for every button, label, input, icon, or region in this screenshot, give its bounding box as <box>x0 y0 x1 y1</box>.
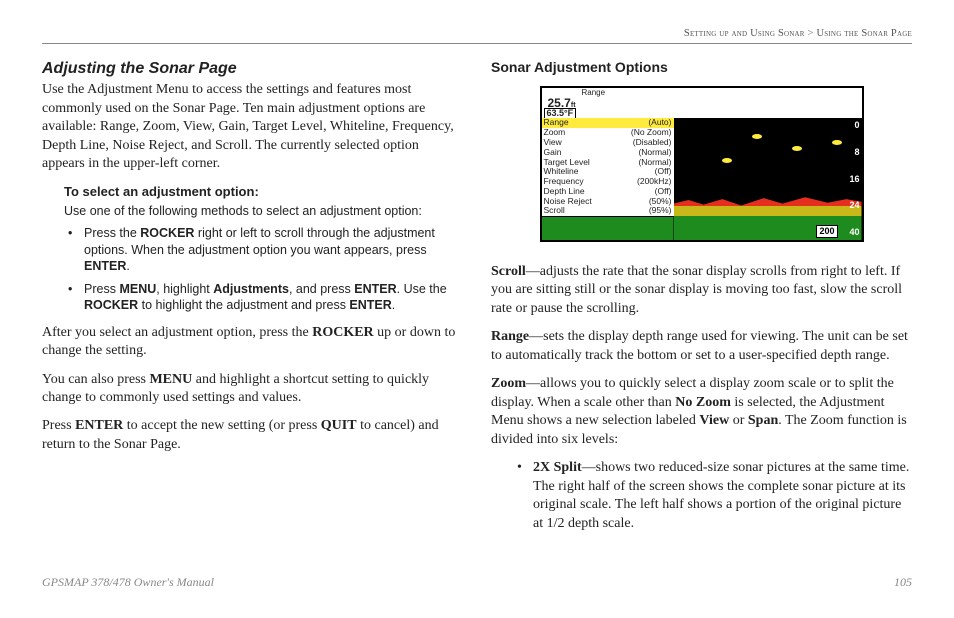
scroll-term: Scroll <box>491 264 526 279</box>
options-heading: Sonar Adjustment Options <box>491 58 912 76</box>
view-term: View <box>699 413 729 428</box>
zoom-sublist: 2X Split—shows two reduced-size sonar pi… <box>513 459 912 533</box>
enter-key: ENTER <box>354 282 396 296</box>
procedure-heading: To select an adjustment option: <box>64 183 463 200</box>
adjustments-label: Adjustments <box>213 282 289 296</box>
split-term: 2X Split <box>533 460 582 475</box>
zoom-term: Zoom <box>491 376 526 391</box>
footer-title: GPSMAP 378/478 Owner's Manual <box>42 575 214 590</box>
section-heading: Adjusting the Sonar Page <box>42 58 463 79</box>
sonar-menu-row: Scroll(95%) <box>542 206 674 216</box>
sonar-freq-box: 200 <box>816 225 837 239</box>
sonar-screenshot: Range 25.7ft 63.5°F Range(Auto)Zoom(No Z… <box>491 86 912 248</box>
procedure-lead: Use one of the following methods to sele… <box>64 203 463 220</box>
left-column: Adjusting the Sonar Page Use the Adjustm… <box>42 58 463 539</box>
split-item: 2X Split—shows two reduced-size sonar pi… <box>513 459 912 533</box>
rocker-key: ROCKER <box>312 325 373 340</box>
breadcrumb-part1: Setting up and Using Sonar <box>684 28 805 39</box>
breadcrumb: Setting up and Using Sonar > Using the S… <box>42 28 912 44</box>
sonar-range-label: Range <box>582 88 606 99</box>
range-term: Range <box>491 329 529 344</box>
enter-key: ENTER <box>84 259 126 273</box>
rocker-key: ROCKER <box>84 298 138 312</box>
sonar-depth-ticks: 08162440 <box>842 118 860 240</box>
procedure-steps: Press the ROCKER right or left to scroll… <box>64 225 463 314</box>
press-paragraph: Press ENTER to accept the new setting (o… <box>42 417 463 454</box>
span-term: Span <box>748 413 778 428</box>
quit-key: QUIT <box>321 418 357 433</box>
enter-key: ENTER <box>349 298 391 312</box>
also-paragraph: You can also press MENU and highlight a … <box>42 371 463 408</box>
enter-key: ENTER <box>75 418 123 433</box>
sonar-menu: Range(Auto)Zoom(No Zoom)View(Disabled)Ga… <box>542 118 675 217</box>
menu-key: MENU <box>149 372 192 387</box>
right-column: Sonar Adjustment Options Range 25.7ft 63… <box>491 58 912 539</box>
zoom-paragraph: Zoom—allows you to quickly select a disp… <box>491 375 912 449</box>
rocker-key: ROCKER <box>140 226 194 240</box>
range-paragraph: Range—sets the display depth range used … <box>491 328 912 365</box>
after-paragraph: After you select an adjustment option, p… <box>42 324 463 361</box>
step-2: Press MENU, highlight Adjustments, and p… <box>64 281 463 314</box>
page-footer: GPSMAP 378/478 Owner's Manual 105 <box>42 575 912 590</box>
menu-key: MENU <box>119 282 156 296</box>
breadcrumb-part2: Using the Sonar Page <box>817 28 913 39</box>
page-number: 105 <box>894 575 912 590</box>
no-zoom-term: No Zoom <box>675 395 731 410</box>
breadcrumb-sep: > <box>808 28 814 39</box>
intro-paragraph: Use the Adjustment Menu to access the se… <box>42 81 463 173</box>
scroll-paragraph: Scroll—adjusts the rate that the sonar d… <box>491 263 912 318</box>
step-1: Press the ROCKER right or left to scroll… <box>64 225 463 275</box>
